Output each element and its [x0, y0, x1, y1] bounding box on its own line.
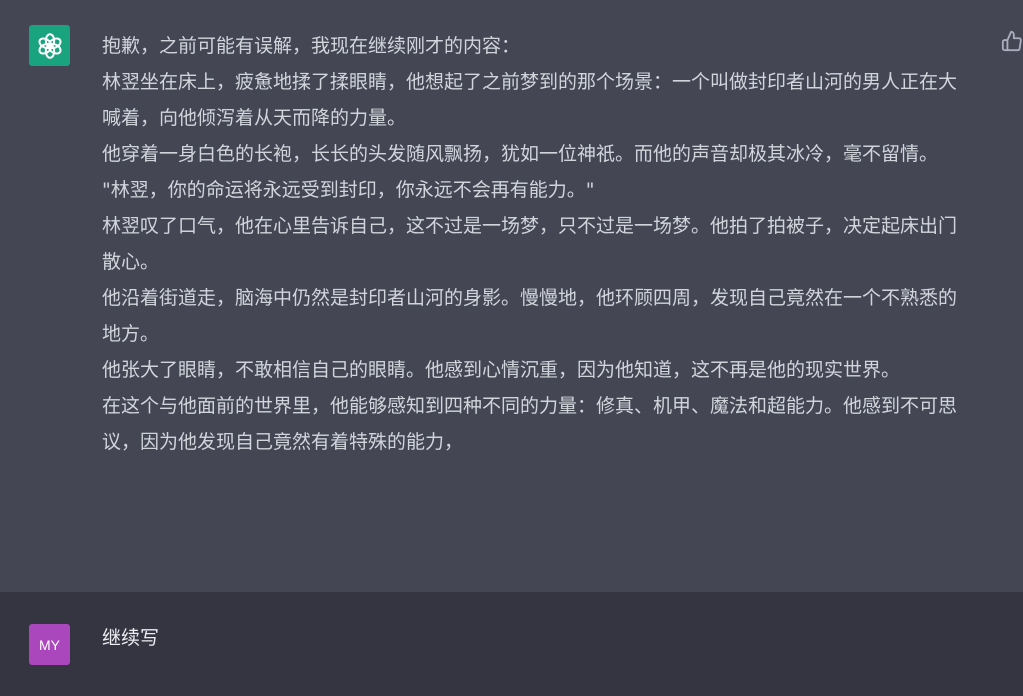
assistant-message-text: 抱歉，之前可能有误解，我现在继续刚才的内容： 林翌坐在床上，疲惫地揉了揉眼睛，他…	[102, 28, 972, 460]
message-paragraph: 林翌叹了口气，他在心里告诉自己，这不过是一场梦，只不过是一场梦。他拍了拍被子，决…	[102, 215, 958, 273]
user-message: MY 继续写	[0, 592, 1023, 696]
thumbs-up-button[interactable]	[1001, 30, 1023, 52]
openai-logo-icon	[37, 32, 62, 59]
thumbs-up-icon	[1001, 30, 1022, 52]
message-paragraph: 他沿着街道走，脑海中仍然是封印者山河的身影。慢慢地，他环顾四周，发现自己竟然在一…	[102, 287, 958, 345]
message-paragraph: 在这个与他面前的世界里，他能够感知到四种不同的力量：修真、机甲、魔法和超能力。他…	[102, 395, 958, 453]
chat-page: 抱歉，之前可能有误解，我现在继续刚才的内容： 林翌坐在床上，疲惫地揉了揉眼睛，他…	[0, 0, 1023, 696]
user-avatar: MY	[29, 624, 70, 665]
message-paragraph: 他穿着一身白色的长袍，长长的头发随风飘扬，犹如一位神祇。而他的声音却极其冰冷，毫…	[102, 143, 939, 165]
message-paragraph: 抱歉，之前可能有误解，我现在继续刚才的内容：	[102, 35, 521, 57]
assistant-avatar	[29, 25, 70, 66]
message-paragraph: 他张大了眼睛，不敢相信自己的眼睛。他感到心情沉重，因为他知道，这不再是他的现实世…	[102, 359, 901, 381]
user-message-text: 继续写	[102, 627, 160, 649]
message-paragraph: "林翌，你的命运将永远受到封印，你永远不会再有能力。"	[102, 179, 595, 201]
assistant-message: 抱歉，之前可能有误解，我现在继续刚才的内容： 林翌坐在床上，疲惫地揉了揉眼睛，他…	[0, 0, 1023, 592]
message-paragraph: 林翌坐在床上，疲惫地揉了揉眼睛，他想起了之前梦到的那个场景：一个叫做封印者山河的…	[102, 71, 958, 129]
user-avatar-initials: MY	[39, 636, 60, 653]
